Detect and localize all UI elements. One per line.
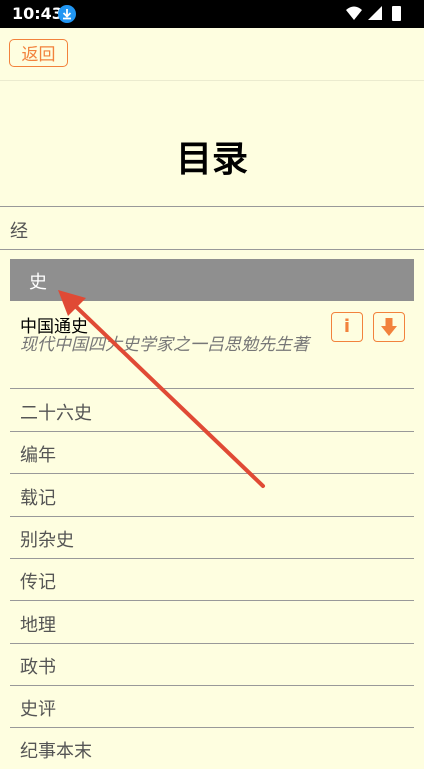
- section-label: 经: [10, 221, 28, 242]
- list-item-label: 二十六史: [20, 403, 92, 424]
- book-item[interactable]: 中国通史 现代中国四大史学家之一吕思勉先生著 i: [10, 302, 414, 389]
- signal-icon: [368, 6, 382, 20]
- list-item-dili[interactable]: 地理: [10, 601, 414, 644]
- status-time: 10:43: [12, 4, 63, 23]
- list-item-biezashi[interactable]: 别杂史: [10, 516, 414, 559]
- list-item-label: 载记: [20, 488, 56, 509]
- section-jing[interactable]: 经: [0, 206, 424, 250]
- wifi-icon: [346, 6, 362, 20]
- list-item-jishibenmo[interactable]: 纪事本末: [10, 727, 414, 769]
- list-item-ershiliushi[interactable]: 二十六史: [10, 389, 414, 432]
- battery-icon: [392, 6, 401, 21]
- page-title: 目录: [175, 139, 248, 180]
- list-item-label: 传记: [20, 572, 56, 593]
- list-item-shiping[interactable]: 史评: [10, 685, 414, 728]
- download-notification-icon: [58, 5, 76, 23]
- download-arrow-icon: [381, 318, 397, 336]
- list-item-label: 别杂史: [20, 530, 74, 551]
- list-item-zhuanji[interactable]: 传记: [10, 558, 414, 601]
- back-button[interactable]: 返回: [9, 39, 68, 67]
- list-item-zaiji[interactable]: 载记: [10, 474, 414, 517]
- list-item-label: 地理: [20, 615, 56, 636]
- list-item-label: 史评: [20, 699, 56, 720]
- status-bar: 10:43: [0, 0, 424, 28]
- download-button[interactable]: [373, 312, 405, 342]
- list-item-label: 政书: [20, 657, 56, 678]
- list-item-zhengshu[interactable]: 政书: [10, 643, 414, 686]
- list-item-label: 纪事本末: [20, 741, 92, 762]
- list-item-biannian[interactable]: 编年: [10, 431, 414, 474]
- list-item-label: 编年: [20, 445, 56, 466]
- category-label: 史: [29, 272, 47, 293]
- info-button[interactable]: i: [331, 312, 363, 342]
- book-description: 现代中国四大史学家之一吕思勉先生著: [20, 335, 309, 355]
- category-header-shi[interactable]: 史: [10, 259, 414, 301]
- header-divider: [0, 80, 424, 81]
